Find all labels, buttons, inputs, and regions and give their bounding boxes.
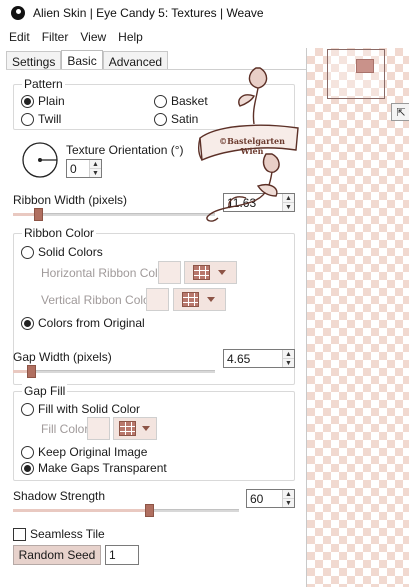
random-seed-value[interactable]: 1 [106,546,138,564]
shadow-strength-slider[interactable] [13,504,239,517]
dropdown-arrow-icon [207,297,215,302]
radio-label: Keep Original Image [38,445,148,459]
spinner-buttons: ▲ ▼ [89,160,101,177]
pattern-satin-radio[interactable]: Satin [154,112,198,126]
navigator-viewport[interactable] [356,59,374,73]
slider-fill [13,370,27,373]
slider-thumb[interactable] [145,504,154,517]
gap-width-label: Gap Width (pixels) [13,350,112,364]
spin-up-icon[interactable]: ▲ [90,160,101,169]
random-seed-button[interactable]: Random Seed [13,545,101,565]
radio-label: Twill [38,112,62,126]
menu-view[interactable]: View [74,30,112,44]
radio-label: Make Gaps Transparent [38,461,167,475]
radio-label: Solid Colors [38,245,103,259]
dropdown-arrow-icon [142,426,150,431]
seamless-tile-checkbox[interactable]: Seamless Tile [13,527,105,541]
radio-indicator [21,316,34,330]
vertical-ribbon-color-picker[interactable] [173,288,226,311]
radio-indicator [21,94,34,108]
navigator-thumbnail[interactable] [327,49,385,99]
spin-up-icon[interactable]: ▲ [283,490,294,499]
random-seed-input[interactable]: 1 [105,545,139,565]
watermark-text: ©Bastelgarten Wien [204,136,300,156]
spinner-value[interactable]: 0 [67,160,89,177]
preview-panel[interactable]: ⇱ [306,48,409,587]
fill-color-swatch[interactable] [87,417,110,440]
gap-fill-group-label: Gap Fill [22,384,68,398]
vertical-ribbon-color-label: Vertical Ribbon Color [41,293,154,307]
shadow-strength-label: Shadow Strength [13,489,106,503]
ribbon-width-label: Ribbon Width (pixels) [13,193,128,207]
spin-down-icon[interactable]: ▼ [283,359,294,367]
checkbox-label: Seamless Tile [30,527,105,541]
watermark-logo: ©Bastelgarten Wien [196,66,302,226]
slider-thumb[interactable] [34,208,43,221]
ribbon-width-slider[interactable] [13,208,215,221]
radio-indicator [154,94,167,108]
palette-grid-icon [119,421,136,436]
radio-label: Satin [171,112,199,126]
pattern-group-label: Pattern [22,77,65,91]
radio-label: Colors from Original [38,316,145,330]
watermark-line-1: ©Bastelgarten [219,136,285,146]
radio-indicator [21,461,34,475]
pattern-twill-radio[interactable]: Twill [21,112,61,126]
fill-solid-color-radio[interactable]: Fill with Solid Color [21,402,140,416]
gap-width-slider[interactable] [13,365,215,378]
horizontal-ribbon-color-label: Horizontal Ribbon Color [41,266,169,280]
radio-label: Plain [38,94,65,108]
gap-width-spinner[interactable]: 4.65 ▲ ▼ [223,349,295,368]
spinner-buttons: ▲ ▼ [282,490,294,507]
radio-indicator [154,112,167,126]
window-title: Alien Skin | Eye Candy 5: Textures | Wea… [33,6,264,20]
tab-basic[interactable]: Basic [61,50,103,70]
radio-indicator [21,445,34,459]
watermark-line-2: Wien [240,146,264,156]
colors-from-original-radio[interactable]: Colors from Original [21,316,145,330]
make-gaps-transparent-radio[interactable]: Make Gaps Transparent [21,461,167,475]
radio-indicator [21,245,34,259]
keep-original-image-radio[interactable]: Keep Original Image [21,445,147,459]
menu-bar: Edit Filter View Help [0,26,300,48]
spin-down-icon[interactable]: ▼ [283,499,294,507]
texture-orientation-label: Texture Orientation (°) [66,143,184,157]
app-icon [11,6,25,20]
spin-down-icon[interactable]: ▼ [90,169,101,177]
tab-advanced[interactable]: Advanced [102,51,169,70]
spinner-value[interactable]: 4.65 [224,350,282,367]
radio-indicator [21,402,34,416]
horizontal-ribbon-color-swatch[interactable] [158,261,181,284]
menu-help[interactable]: Help [112,30,149,44]
slider-fill [13,509,149,512]
spinner-buttons: ▲ ▼ [282,350,294,367]
orientation-dial[interactable] [20,140,60,180]
settings-panel: Settings Basic Advanced Pattern Plain Ba… [0,48,306,587]
fill-color-picker[interactable] [113,417,157,440]
horizontal-ribbon-color-picker[interactable] [184,261,237,284]
fill-color-label: Fill Color [41,422,89,436]
radio-label: Fill with Solid Color [38,402,141,416]
menu-edit[interactable]: Edit [0,30,36,44]
pattern-plain-radio[interactable]: Plain [21,94,65,108]
checkbox-indicator [13,527,26,541]
ribbon-color-group-label: Ribbon Color [22,226,97,240]
menu-filter[interactable]: Filter [36,30,75,44]
shadow-strength-spinner[interactable]: 60 ▲ ▼ [246,489,295,508]
solid-colors-radio[interactable]: Solid Colors [21,245,103,259]
spinner-value[interactable]: 60 [247,490,282,507]
vertical-ribbon-color-swatch[interactable] [146,288,169,311]
title-bar: Alien Skin | Eye Candy 5: Textures | Wea… [0,0,409,26]
spin-up-icon[interactable]: ▲ [283,350,294,359]
pan-zoom-tool-icon[interactable]: ⇱ [391,103,409,121]
dropdown-arrow-icon [218,270,226,275]
texture-orientation-spinner[interactable]: 0 ▲ ▼ [66,159,102,178]
tab-settings[interactable]: Settings [6,51,62,70]
slider-thumb[interactable] [27,365,36,378]
radio-indicator [21,112,34,126]
palette-grid-icon [182,292,199,307]
tab-strip: Settings Basic Advanced [6,50,169,70]
palette-grid-icon [193,265,210,280]
